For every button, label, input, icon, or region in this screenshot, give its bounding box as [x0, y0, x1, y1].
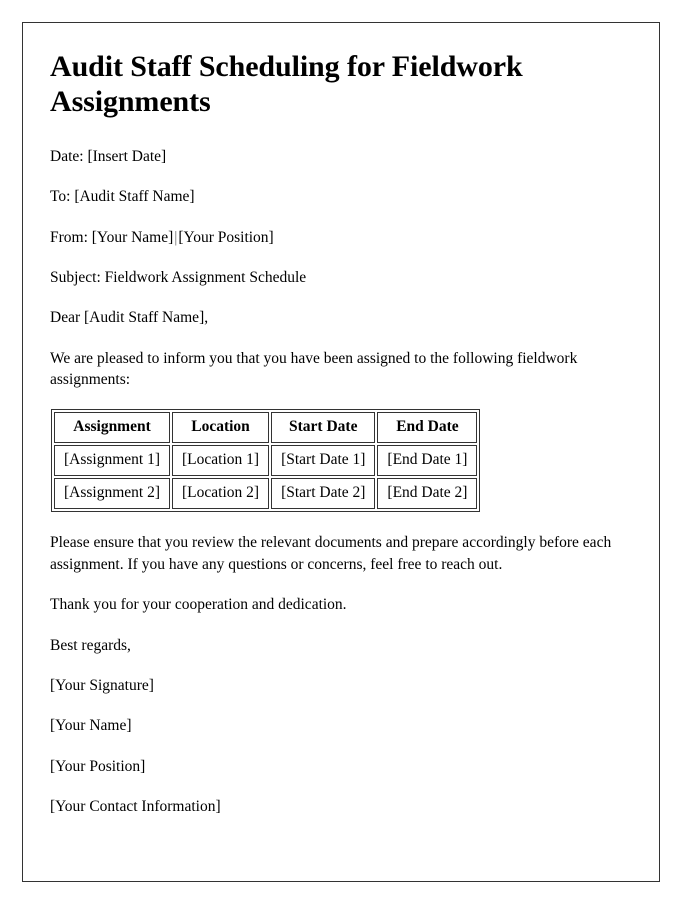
- table-header-cell: Assignment: [54, 412, 171, 444]
- signature-line-contact: [Your Contact Information]: [50, 798, 221, 816]
- table-cell: [Location 2]: [172, 478, 270, 510]
- signature-regards: Best regards,: [50, 636, 131, 654]
- meta-to-line: To: [Audit Staff Name]: [50, 188, 195, 206]
- document-body: Audit Staff Scheduling for Fieldwork Ass…: [23, 23, 659, 881]
- intro-paragraph: We are pleased to inform you that you ha…: [50, 349, 578, 389]
- meta-subject-line: Subject: Fieldwork Assignment Schedule: [50, 268, 307, 286]
- table-cell: [Start Date 1]: [271, 445, 376, 477]
- signature-line-position: [Your Position]: [50, 757, 146, 775]
- signature-line-signature: [Your Signature]: [50, 676, 154, 694]
- assignments-table-body: [Assignment 1] [Location 1] [Start Date 1]…: [54, 445, 478, 510]
- table-header-cell: End Date: [377, 412, 478, 444]
- table-cell: [End Date 2]: [377, 478, 478, 510]
- thanks-paragraph: Thank you for your cooperation and dedic…: [50, 596, 347, 614]
- meta-date-line: Date: [Insert Date]: [50, 147, 167, 165]
- signature-block: Best regards, [Your Signature] [Your Nam…: [50, 635, 631, 818]
- assignments-table-wrapper: Assignment Location Start Date End Date [As…: [50, 409, 631, 513]
- table-header-cell: Start Date: [271, 412, 376, 444]
- meta-from-line: From: [Your Name]|[Your Position]: [50, 227, 631, 248]
- table-row: [Assignment 1] [Location 1] [Start Date 1]…: [54, 445, 478, 477]
- table-cell: [Assignment 1]: [54, 445, 171, 477]
- table-cell: [End Date 1]: [377, 445, 478, 477]
- table-header-cell: Location: [172, 412, 270, 444]
- table-cell: [Assignment 2]: [54, 478, 171, 510]
- page-title: Audit Staff Scheduling for Fieldwork Ass…: [50, 50, 523, 119]
- table-cell: [Location 1]: [172, 445, 270, 477]
- table-row: [Assignment 2] [Location 2] [Start Date 2]…: [54, 478, 478, 510]
- document-page: Audit Staff Scheduling for Fieldwork Ass…: [22, 22, 660, 882]
- salutation: Dear [Audit Staff Name],: [50, 309, 209, 327]
- assignments-table-head: Assignment Location Start Date End Date: [54, 412, 478, 444]
- table-cell: [Start Date 2]: [271, 478, 376, 510]
- closing-paragraph: Please ensure that you review the releva…: [50, 534, 612, 573]
- meta-from-suffix: [Your Position]: [178, 228, 274, 246]
- assignments-table: Assignment Location Start Date End Date [As…: [51, 409, 481, 513]
- meta-from-prefix: From: [Your Name]: [50, 228, 174, 246]
- signature-line-name: [Your Name]: [50, 717, 132, 735]
- table-header-row: Assignment Location Start Date End Date: [54, 412, 478, 444]
